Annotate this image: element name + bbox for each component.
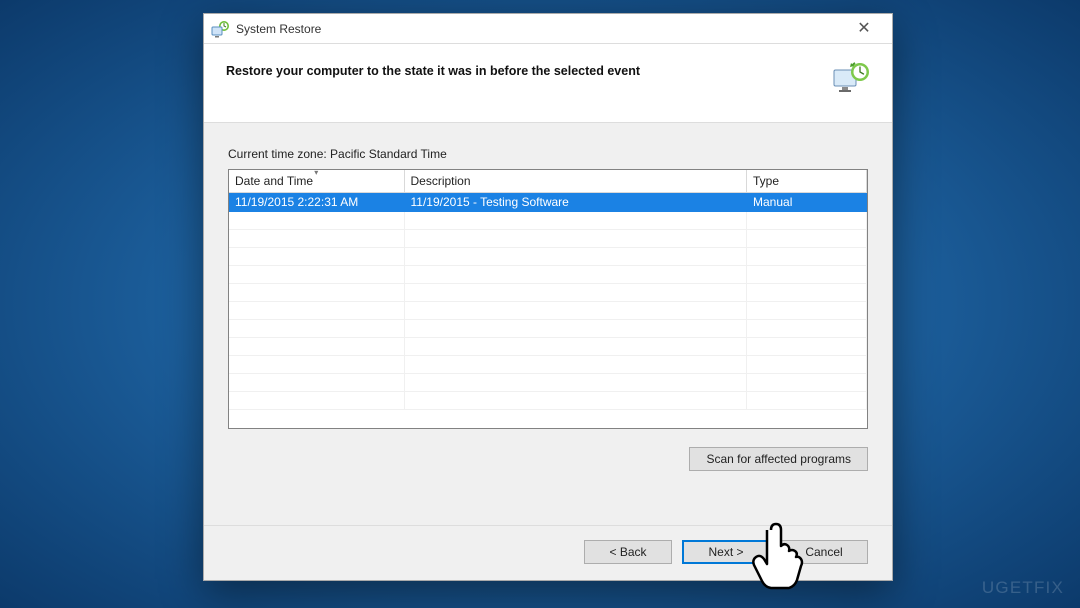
cancel-button[interactable]: Cancel — [780, 540, 868, 564]
back-button[interactable]: < Back — [584, 540, 672, 564]
window-title: System Restore — [236, 22, 842, 36]
titlebar[interactable]: System Restore ✕ — [204, 14, 892, 44]
table-row[interactable] — [229, 230, 867, 248]
close-button[interactable]: ✕ — [842, 15, 886, 43]
sort-indicator-icon: ▾ — [314, 169, 318, 177]
table-row[interactable]: 11/19/2015 2:22:31 AM 11/19/2015 - Testi… — [229, 193, 867, 212]
restore-points-table[interactable]: ▾Date and Time Description Type 11/19/20… — [228, 169, 868, 429]
cell-description: 11/19/2015 - Testing Software — [404, 193, 747, 212]
column-description[interactable]: Description — [404, 170, 747, 193]
table-row[interactable] — [229, 356, 867, 374]
wizard-header: Restore your computer to the state it wa… — [204, 44, 892, 123]
column-datetime[interactable]: ▾Date and Time — [229, 170, 404, 193]
table-row[interactable] — [229, 302, 867, 320]
table-row[interactable] — [229, 248, 867, 266]
cell-type: Manual — [747, 193, 867, 212]
table-row[interactable] — [229, 266, 867, 284]
table-row[interactable] — [229, 338, 867, 356]
table-row[interactable] — [229, 392, 867, 410]
table-row[interactable] — [229, 212, 867, 230]
next-button[interactable]: Next > — [682, 540, 770, 564]
table-row[interactable] — [229, 284, 867, 302]
table-row[interactable] — [229, 374, 867, 392]
system-restore-icon — [210, 19, 230, 39]
wizard-footer: < Back Next > Cancel — [204, 525, 892, 580]
column-type[interactable]: Type — [747, 170, 867, 193]
watermark: UGETFIX — [982, 578, 1064, 598]
table-header-row[interactable]: ▾Date and Time Description Type — [229, 170, 867, 193]
page-heading: Restore your computer to the state it wa… — [226, 64, 640, 78]
restore-logo-icon — [830, 60, 870, 100]
scan-affected-button[interactable]: Scan for affected programs — [689, 447, 868, 471]
system-restore-window: System Restore ✕ Restore your computer t… — [203, 13, 893, 581]
column-description-label: Description — [411, 174, 471, 188]
cell-datetime: 11/19/2015 2:22:31 AM — [229, 193, 404, 212]
table-row[interactable] — [229, 320, 867, 338]
timezone-label: Current time zone: Pacific Standard Time — [228, 147, 868, 161]
wizard-body: Current time zone: Pacific Standard Time… — [204, 123, 892, 525]
column-datetime-label: Date and Time — [235, 174, 313, 188]
column-type-label: Type — [753, 174, 779, 188]
